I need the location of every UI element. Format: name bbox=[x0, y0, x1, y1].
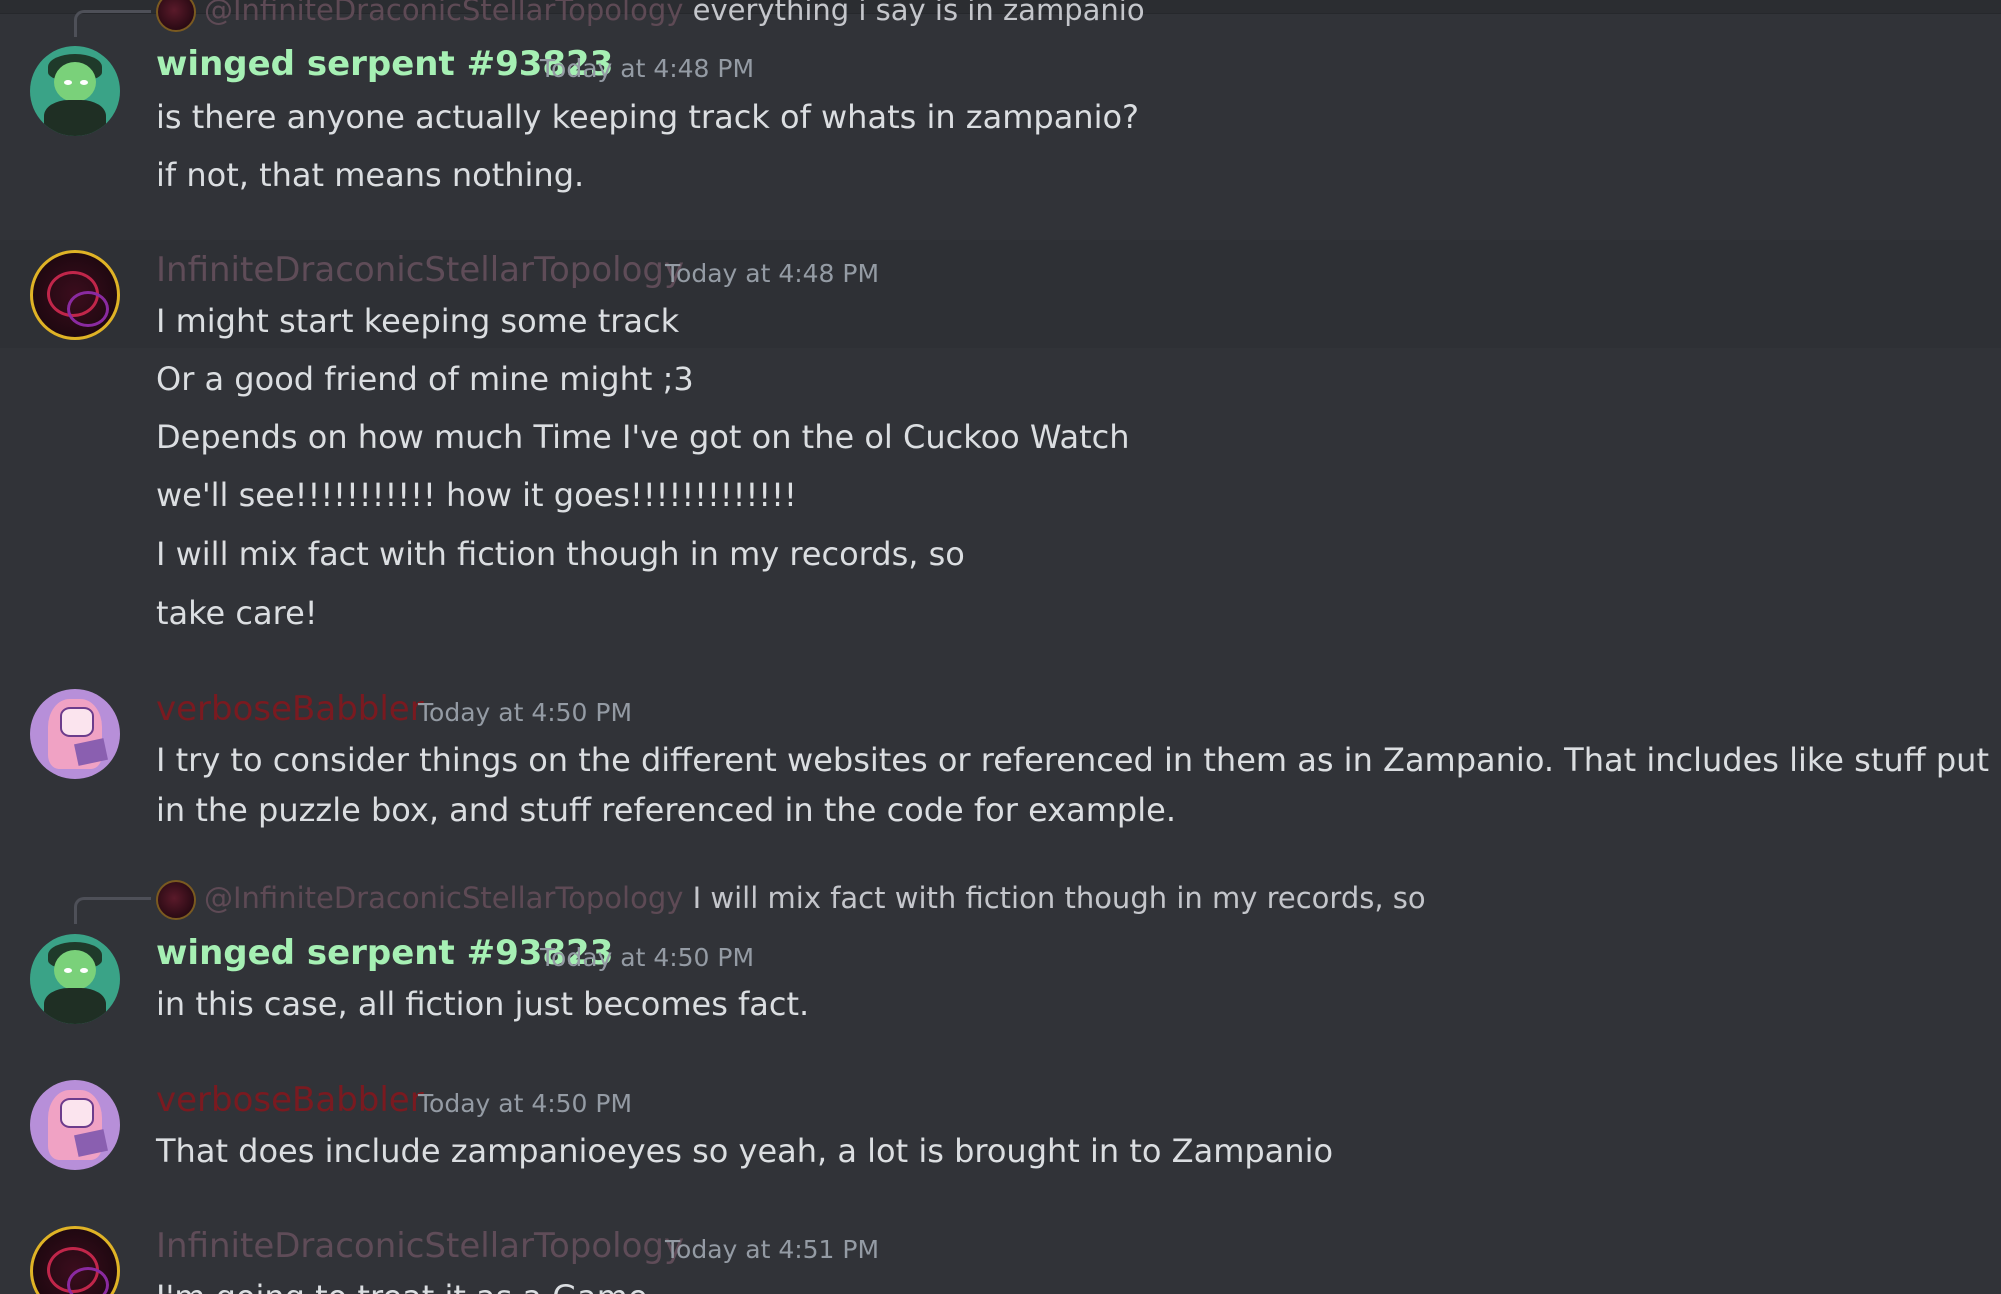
username[interactable]: verboseBabbler bbox=[156, 689, 424, 729]
reply-text: I will mix fact with fiction though in m… bbox=[692, 881, 1426, 915]
timestamp: Today at 4:50 PM bbox=[418, 698, 633, 727]
message-line: if not, that means nothing. bbox=[156, 156, 585, 194]
username[interactable]: InfiniteDraconicStellarTopology bbox=[156, 1226, 684, 1266]
username[interactable]: verboseBabbler bbox=[156, 1080, 424, 1120]
username[interactable]: InfiniteDraconicStellarTopology bbox=[156, 250, 684, 290]
reply-preview[interactable]: @InfiniteDraconicStellarTopology I will … bbox=[156, 880, 1426, 920]
reply-avatar bbox=[156, 0, 196, 32]
timestamp: Today at 4:51 PM bbox=[665, 1235, 880, 1264]
message-line: I will mix fact with fiction though in m… bbox=[156, 535, 965, 573]
message-line: Or a good friend of mine might ;3 bbox=[156, 360, 694, 398]
message-line: in this case, all fiction just becomes f… bbox=[156, 985, 810, 1023]
avatar[interactable] bbox=[30, 1226, 120, 1294]
message-line: I might start keeping some track bbox=[156, 302, 680, 340]
message-line: That does include zampanioeyes so yeah, … bbox=[156, 1132, 1334, 1170]
timestamp: Today at 4:50 PM bbox=[540, 943, 755, 972]
avatar[interactable] bbox=[30, 46, 120, 136]
timestamp: Today at 4:48 PM bbox=[665, 259, 880, 288]
reply-spine bbox=[74, 897, 151, 924]
message-line: I'm going to treat it as a Game bbox=[156, 1272, 648, 1294]
message-line: I try to consider things on the differen… bbox=[156, 741, 1989, 829]
reply-avatar bbox=[156, 880, 196, 920]
reply-text: everything i say is in zampanio bbox=[692, 0, 1145, 27]
timestamp: Today at 4:50 PM bbox=[418, 1089, 633, 1118]
reply-spine bbox=[74, 10, 151, 37]
message-line: take care! bbox=[156, 594, 318, 632]
reply-mention[interactable]: @InfiniteDraconicStellarTopology bbox=[204, 881, 683, 915]
message-line: Depends on how much Time I've got on the… bbox=[156, 418, 1130, 456]
reply-preview[interactable]: @InfiniteDraconicStellarTopology everyth… bbox=[156, 0, 1145, 32]
avatar[interactable] bbox=[30, 1080, 120, 1170]
avatar[interactable] bbox=[30, 689, 120, 779]
timestamp: Today at 4:48 PM bbox=[540, 54, 755, 83]
message-line: we'll see!!!!!!!!!!! how it goes!!!!!!!!… bbox=[156, 476, 797, 514]
message-line: is there anyone actually keeping track o… bbox=[156, 98, 1140, 136]
avatar[interactable] bbox=[30, 934, 120, 1024]
avatar[interactable] bbox=[30, 250, 120, 340]
reply-mention[interactable]: @InfiniteDraconicStellarTopology bbox=[204, 0, 683, 27]
